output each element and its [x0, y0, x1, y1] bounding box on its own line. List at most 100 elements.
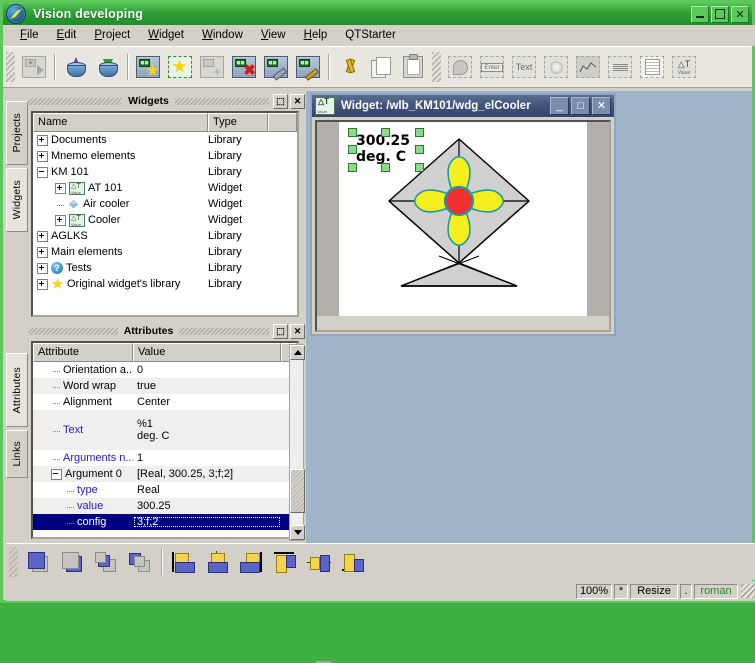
attributes-row-value[interactable]: true: [133, 380, 281, 392]
elformel-entry-icon[interactable]: Enter: [477, 52, 507, 82]
resize-handle-sw[interactable]: [348, 163, 357, 172]
sidebar-tab-links[interactable]: Links: [6, 430, 28, 478]
tree-expander[interactable]: [37, 247, 48, 258]
widget-editor-titlebar[interactable]: △T Value Widget: /wlb_KM101/wdg_elCooler…: [312, 95, 614, 117]
widgets-panel-float-button[interactable]: ⬚: [273, 94, 288, 109]
menu-widget[interactable]: Widget: [139, 27, 193, 43]
widget-canvas[interactable]: 300.25 deg. C: [339, 122, 587, 320]
sidebar-tab-projects[interactable]: Projects: [6, 101, 28, 165]
table-row[interactable]: Alignment Center: [33, 394, 297, 410]
menu-qtstarter[interactable]: QTStarter: [336, 27, 404, 43]
attributes-col-value[interactable]: Value: [133, 343, 281, 362]
canvas-text-element[interactable]: 300.25 deg. C: [356, 133, 410, 165]
attributes-row-name-cell[interactable]: Alignment: [33, 396, 133, 408]
toolbar-grip-1[interactable]: [6, 52, 15, 82]
attributes-row-name-cell[interactable]: Argument 0: [33, 468, 133, 480]
attributes-row-name-cell[interactable]: config: [33, 516, 133, 528]
table-row[interactable]: Arguments n...1: [33, 450, 297, 466]
tree-expander[interactable]: [37, 167, 48, 178]
align-left-icon[interactable]: [168, 548, 198, 576]
alignment-toolbar-grip[interactable]: [9, 547, 18, 577]
eltext-icon[interactable]: Text: [509, 52, 539, 82]
attributes-row-name-cell[interactable]: Orientation a...: [33, 364, 133, 376]
widgets-tree-col-type[interactable]: Type: [208, 113, 268, 132]
attributes-row-name-cell[interactable]: value: [33, 500, 133, 512]
resize-handle-s[interactable]: [381, 163, 390, 172]
elprotocol-icon[interactable]: [605, 52, 635, 82]
table-row[interactable]: value300.25: [33, 498, 297, 514]
attributes-row-value[interactable]: Center: [133, 396, 281, 408]
tree-expander[interactable]: [55, 183, 66, 194]
menu-file[interactable]: File: [11, 27, 48, 43]
attributes-row-value[interactable]: %1deg. C: [133, 418, 281, 442]
resize-handle-e[interactable]: [415, 145, 424, 154]
table-row[interactable]: ?TestsLibrary: [33, 260, 297, 276]
window-close-button[interactable]: ✕: [731, 6, 749, 23]
menu-help[interactable]: Help: [295, 27, 337, 43]
align-middle-vertical-icon[interactable]: [304, 548, 334, 576]
attributes-row-name-cell[interactable]: type: [33, 484, 133, 496]
attributes-panel-drag-handle-left[interactable]: [28, 328, 118, 335]
table-row[interactable]: CoolerWidget: [33, 212, 297, 228]
widgets-row-name-cell[interactable]: Main elements: [33, 246, 208, 258]
tree-expander[interactable]: [37, 231, 48, 242]
menu-edit[interactable]: Edit: [48, 27, 86, 43]
send-to-back-icon[interactable]: [57, 548, 87, 576]
widgets-row-name-cell[interactable]: ?Tests: [33, 262, 208, 274]
attributes-row-name-cell[interactable]: Text: [33, 424, 133, 436]
raise-one-icon[interactable]: [91, 548, 121, 576]
attributes-row-value[interactable]: 300.25: [133, 500, 281, 512]
sidebar-tab-attributes[interactable]: Attributes: [6, 353, 28, 427]
attributes-col-attribute[interactable]: Attribute: [33, 343, 133, 362]
sidebar-tab-widgets[interactable]: Widgets: [6, 168, 28, 232]
attributes-row-value[interactable]: [Real, 300.25, 3;f;2]: [133, 468, 281, 480]
status-zoom[interactable]: 100%: [576, 584, 612, 599]
tree-expander[interactable]: [37, 151, 48, 162]
table-row[interactable]: typeReal: [33, 482, 297, 498]
widget-new-icon[interactable]: ◼◼: [133, 52, 163, 82]
widgets-row-name-cell[interactable]: Cooler: [33, 214, 208, 227]
attributes-row-value[interactable]: 3;f;2: [133, 516, 281, 528]
widget-editor-close-button[interactable]: ✕: [592, 97, 611, 115]
project-new-icon[interactable]: ■: [19, 52, 49, 82]
widgets-row-name-cell[interactable]: Mnemo elements: [33, 150, 208, 162]
statusbar-resize-grip[interactable]: [741, 584, 755, 598]
widget-editor-minimize-button[interactable]: _: [550, 97, 569, 115]
resize-handle-se[interactable]: [415, 163, 424, 172]
attributes-row-value[interactable]: 1: [133, 452, 281, 464]
toolbar-grip-2[interactable]: [432, 52, 441, 82]
table-row[interactable]: Argument 0[Real, 300.25, 3;f;2]: [33, 466, 297, 482]
attributes-table[interactable]: Attribute Value Orientation a...0Word wr…: [31, 341, 299, 539]
elvalue-icon[interactable]: △TValue: [669, 52, 699, 82]
widgets-panel-drag-handle-left[interactable]: [28, 98, 122, 105]
table-row[interactable]: Word wraptrue: [33, 378, 297, 394]
table-row[interactable]: Air coolerWidget: [33, 196, 297, 212]
window-minimize-button[interactable]: [691, 6, 709, 23]
widget-library-icon[interactable]: [165, 52, 195, 82]
paste-icon[interactable]: [398, 52, 428, 82]
table-row[interactable]: AGLKSLibrary: [33, 228, 297, 244]
align-bottom-icon[interactable]: [338, 548, 368, 576]
menu-window[interactable]: Window: [193, 27, 252, 43]
widgets-row-name-cell[interactable]: Original widget's library: [33, 278, 208, 290]
elmedia-icon[interactable]: [541, 52, 571, 82]
attributes-panel-float-button[interactable]: ⬚: [273, 324, 288, 339]
tree-expander[interactable]: [51, 469, 62, 480]
widgets-row-name-cell[interactable]: AT 101: [33, 182, 208, 195]
attributes-scroll-up-button[interactable]: [290, 345, 305, 360]
menu-view[interactable]: View: [252, 27, 295, 43]
widget-delete-icon[interactable]: ◼◼✖: [229, 52, 259, 82]
table-row[interactable]: Mnemo elementsLibrary: [33, 148, 297, 164]
align-top-icon[interactable]: [270, 548, 300, 576]
bring-to-front-icon[interactable]: [23, 548, 53, 576]
db-load-icon[interactable]: [60, 52, 90, 82]
attributes-scroll-down-button[interactable]: [290, 525, 305, 540]
window-maximize-button[interactable]: [711, 6, 729, 23]
attributes-panel-close-button[interactable]: ✕: [290, 324, 305, 339]
table-row[interactable]: Text%1deg. C: [33, 410, 297, 450]
resize-handle-nw[interactable]: [348, 128, 357, 137]
table-row[interactable]: Main elementsLibrary: [33, 244, 297, 260]
eldocument-icon[interactable]: [637, 52, 667, 82]
widget-edit-icon[interactable]: ◼◼: [293, 52, 323, 82]
elfigure-icon[interactable]: [445, 52, 475, 82]
